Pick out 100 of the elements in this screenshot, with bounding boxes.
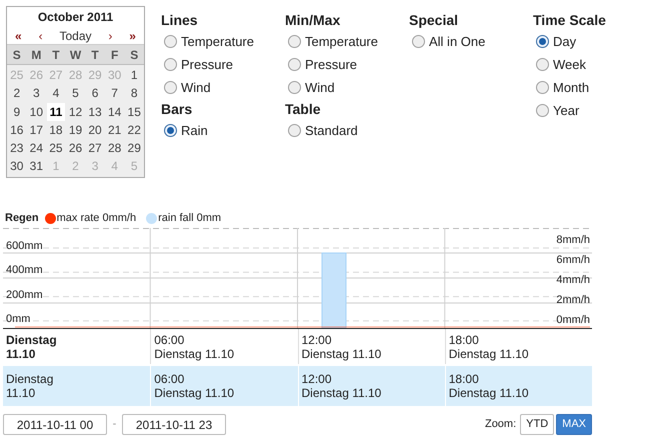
weekday-label: S bbox=[12, 46, 22, 64]
legend-label: rain fall 0mm bbox=[158, 210, 222, 226]
radio-button[interactable] bbox=[164, 81, 177, 94]
group-heading: Min/Max bbox=[285, 11, 342, 30]
table-cell: 18:00 Dienstag 11.10 bbox=[448, 332, 529, 360]
axis-label: 0mm bbox=[6, 312, 30, 325]
radio-label: Month bbox=[553, 78, 590, 97]
group-heading: Table bbox=[285, 100, 322, 119]
calendar-day[interactable]: 29 bbox=[125, 139, 143, 158]
radio-label: Temperature bbox=[305, 32, 378, 51]
zoom-button[interactable]: YTD bbox=[520, 414, 554, 435]
radio-button[interactable] bbox=[536, 58, 549, 71]
axis-label: 8mm/h bbox=[556, 234, 590, 246]
calendar-day[interactable]: 24 bbox=[28, 139, 46, 158]
table-cell: 18:00 Dienstag 11.10 bbox=[448, 372, 529, 400]
radio-button[interactable] bbox=[164, 58, 177, 71]
weekday-label: T bbox=[51, 46, 61, 64]
calendar-nav[interactable]: › bbox=[108, 26, 112, 44]
radio-button[interactable] bbox=[412, 35, 425, 48]
group-heading: Lines bbox=[161, 11, 199, 30]
calendar-day[interactable]: 6 bbox=[86, 84, 104, 103]
radio-button[interactable] bbox=[288, 58, 301, 71]
calendar-day[interactable]: 5 bbox=[66, 84, 84, 103]
radio-button[interactable] bbox=[288, 35, 301, 48]
range-separator: - bbox=[112, 417, 118, 432]
axis-label: 2mm/h bbox=[556, 294, 590, 306]
table-cell: 06:00 Dienstag 11.10 bbox=[154, 332, 234, 360]
calendar-day[interactable]: 18 bbox=[47, 120, 65, 140]
radio-label: All in One bbox=[429, 32, 486, 51]
radio-button[interactable] bbox=[288, 124, 301, 137]
calendar-day[interactable]: 25 bbox=[47, 139, 65, 158]
radio-label: Pressure bbox=[305, 56, 358, 74]
calendar-day[interactable]: 12 bbox=[66, 102, 84, 121]
calendar-day[interactable]: 17 bbox=[28, 120, 46, 140]
calendar-day[interactable]: 26 bbox=[66, 139, 84, 158]
table-cell: Dienstag 11.10 bbox=[6, 332, 57, 360]
radio-button[interactable] bbox=[164, 35, 177, 48]
axis-label: 400mm bbox=[6, 264, 43, 276]
calendar-day[interactable]: 19 bbox=[66, 120, 84, 140]
calendar-day[interactable]: 2 bbox=[8, 84, 26, 103]
calendar-day[interactable]: 20 bbox=[86, 120, 104, 140]
calendar-day[interactable]: 16 bbox=[8, 120, 26, 140]
weekday-label: T bbox=[90, 46, 100, 64]
calendar-day[interactable]: 4 bbox=[47, 84, 65, 103]
radio-button[interactable] bbox=[288, 81, 301, 94]
calendar-day[interactable]: 27 bbox=[86, 139, 104, 158]
axis-label: 6mm/h bbox=[556, 254, 590, 266]
axis-label: 4mm/h bbox=[556, 274, 590, 286]
radio-label: Wind bbox=[181, 78, 211, 97]
calendar-day[interactable]: 10 bbox=[28, 102, 46, 121]
axis-label: 200mm bbox=[6, 288, 43, 301]
group-heading: Special bbox=[409, 11, 460, 30]
legend-label: max rate 0mm/h bbox=[56, 210, 136, 226]
calendar-day[interactable]: 22 bbox=[125, 120, 143, 140]
zoom-button[interactable]: MAX bbox=[556, 414, 592, 435]
calendar-day[interactable]: 8 bbox=[125, 84, 143, 103]
group-heading: Time Scale bbox=[533, 11, 607, 30]
weekday-label: M bbox=[30, 46, 42, 64]
date-to-field[interactable]: 2011-10-11 23 bbox=[122, 414, 226, 435]
calendar-day[interactable]: 28 bbox=[106, 139, 124, 158]
calendar-day[interactable]: 30 bbox=[8, 157, 26, 176]
radio-label: Temperature bbox=[181, 32, 254, 51]
group-heading: Bars bbox=[161, 100, 194, 119]
radio-label: Day bbox=[553, 32, 576, 51]
table-cell: 12:00 Dienstag 11.10 bbox=[302, 372, 382, 400]
calendar-nav[interactable]: Today bbox=[59, 26, 92, 44]
date-from-field[interactable]: 2011-10-11 00 bbox=[3, 414, 107, 435]
radio-button[interactable] bbox=[536, 81, 549, 94]
radio-label: Wind bbox=[305, 78, 335, 97]
calendar-day[interactable]: 7 bbox=[106, 84, 124, 103]
table-cell: Dienstag 11.10 bbox=[6, 372, 54, 400]
radio-label: Rain bbox=[181, 122, 208, 140]
calendar-day[interactable]: 15 bbox=[125, 102, 143, 121]
axis-label: 600mm bbox=[6, 240, 43, 252]
calendar-day[interactable]: 1 bbox=[125, 66, 143, 84]
table-cell: 12:00 Dienstag 11.10 bbox=[302, 332, 382, 360]
weekday-label: S bbox=[129, 46, 140, 64]
calendar-day[interactable]: 14 bbox=[106, 102, 124, 121]
radio-button[interactable] bbox=[536, 104, 549, 117]
calendar-day[interactable]: 13 bbox=[86, 102, 104, 121]
calendar-nav[interactable]: » bbox=[129, 26, 136, 44]
calendar-day[interactable]: 23 bbox=[8, 139, 26, 158]
calendar-nav[interactable]: « bbox=[15, 26, 22, 44]
radio-button[interactable] bbox=[164, 124, 177, 137]
table-cell: 06:00 Dienstag 11.10 bbox=[154, 372, 234, 400]
weekday-label: W bbox=[68, 46, 82, 64]
calendar-day[interactable]: 9 bbox=[8, 102, 26, 121]
calendar-day[interactable]: 21 bbox=[106, 120, 124, 140]
calendar-title: October 2011 bbox=[36, 9, 114, 26]
radio-label: Week bbox=[553, 56, 586, 74]
calendar-day[interactable]: 31 bbox=[28, 157, 46, 176]
calendar-day[interactable]: 3 bbox=[28, 84, 46, 103]
radio-label: Year bbox=[553, 102, 580, 120]
calendar-nav[interactable]: ‹ bbox=[38, 26, 43, 44]
weekday-label: F bbox=[110, 46, 120, 64]
calendar-day[interactable]: 11 bbox=[47, 102, 65, 121]
zoom-label: Zoom: bbox=[484, 417, 516, 432]
chart-title: Regen bbox=[5, 210, 39, 226]
radio-button[interactable] bbox=[536, 35, 549, 48]
radio-label: Standard bbox=[305, 122, 358, 140]
